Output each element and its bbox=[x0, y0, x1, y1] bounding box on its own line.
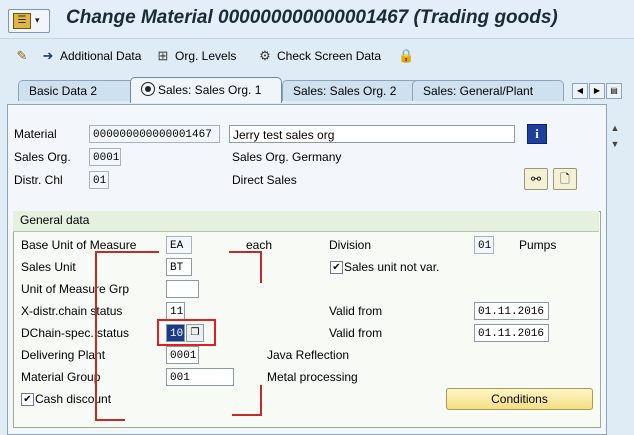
group-title: General data bbox=[20, 213, 90, 227]
tab-sales-org-1[interactable]: Sales: Sales Org. 1 bbox=[130, 77, 282, 103]
valid-from-label-1: Valid from bbox=[329, 304, 383, 318]
sales-unit-label: Sales Unit bbox=[21, 260, 76, 274]
scroll-down-icon[interactable]: ▼ bbox=[608, 138, 622, 150]
distr-chl-field: 01 bbox=[89, 171, 109, 189]
additional-data-button[interactable]: ➜ Additional Data bbox=[40, 47, 142, 65]
lock-icon: 🔒 bbox=[398, 48, 415, 63]
menu-icon: ☰ bbox=[13, 13, 31, 29]
annotation-line bbox=[260, 251, 262, 283]
tab-left-icon[interactable]: ◀ bbox=[572, 83, 588, 99]
uom-grp-label: Unit of Measure Grp bbox=[21, 282, 130, 296]
distr-chl-description: Direct Sales bbox=[232, 173, 297, 187]
additional-data-label: Additional Data bbox=[60, 49, 142, 63]
delivering-plant-field[interactable]: 0001 bbox=[166, 346, 199, 364]
division-field: 01 bbox=[474, 236, 494, 254]
active-tab-icon bbox=[141, 82, 155, 96]
check-screen-data-button[interactable]: ⚙ Check Screen Data bbox=[257, 47, 381, 65]
tab-label: Sales: General/Plant bbox=[423, 84, 534, 98]
org-levels-icon: ⊞ bbox=[157, 48, 169, 63]
division-description: Pumps bbox=[519, 238, 557, 252]
group-title-bar bbox=[13, 211, 599, 232]
arrow-right-icon: ➜ bbox=[42, 48, 54, 63]
dchain-label: DChain-spec. status bbox=[21, 326, 130, 340]
tab-label: Basic Data 2 bbox=[29, 84, 98, 98]
system-menu-button[interactable]: ☰ ▾ bbox=[8, 9, 50, 33]
material-group-field[interactable]: 001 bbox=[166, 368, 234, 386]
tab-list-icon[interactable]: ▤ bbox=[606, 83, 622, 99]
tab-basic-data-2[interactable]: Basic Data 2 bbox=[18, 80, 142, 101]
tab-sales-general-plant[interactable]: Sales: General/Plant bbox=[412, 80, 564, 101]
cash-discount-checkbox[interactable]: ✔ bbox=[21, 393, 34, 406]
sales-unit-field[interactable]: BT bbox=[166, 258, 192, 276]
lock-button[interactable]: 🔒 bbox=[398, 47, 418, 65]
sales-unit-not-var-checkbox[interactable]: ✔ bbox=[330, 261, 343, 274]
sales-org-field: 0001 bbox=[89, 148, 121, 166]
distr-chl-label: Distr. Chl bbox=[14, 173, 63, 187]
cash-discount-label: Cash discount bbox=[35, 392, 112, 406]
tab-strip: Basic Data 2 Sales: Sales Org. 1 Sales: … bbox=[0, 74, 634, 104]
material-description-field[interactable]: Jerry test sales org bbox=[229, 125, 515, 143]
application-toolbar: ✎ ➜ Additional Data ⊞ Org. Levels ⚙ Chec… bbox=[0, 39, 634, 71]
uom-grp-field[interactable] bbox=[166, 280, 199, 298]
annotation-line bbox=[260, 385, 262, 416]
sales-unit-not-var-label: Sales unit not var. bbox=[344, 260, 440, 274]
title-bar: ☰ ▾ Change Material 000000000000001467 (… bbox=[0, 0, 634, 39]
tab-sales-org-2[interactable]: Sales: Sales Org. 2 bbox=[282, 80, 424, 101]
sales-org-description: Sales Org. Germany bbox=[232, 150, 342, 164]
valid-from-field-2[interactable]: 01.11.2016 bbox=[474, 324, 549, 342]
check-screen-data-label: Check Screen Data bbox=[277, 49, 382, 63]
xdistr-label: X-distr.chain status bbox=[21, 304, 123, 318]
scroll-up-icon[interactable]: ▲ bbox=[608, 122, 622, 134]
xdistr-field[interactable]: 11 bbox=[166, 302, 185, 320]
annotation-line bbox=[95, 419, 125, 421]
check-screen-icon: ⚙ bbox=[259, 48, 271, 63]
glasses-icon[interactable]: ⚯ bbox=[524, 168, 548, 190]
annotation-line bbox=[229, 251, 262, 253]
material-label: Material bbox=[14, 127, 57, 141]
valid-from-label-2: Valid from bbox=[329, 326, 383, 340]
tab-label: Sales: Sales Org. 2 bbox=[293, 84, 397, 98]
display-change-icon: ✎ bbox=[16, 48, 28, 63]
delivering-plant-label: Delivering Plant bbox=[21, 348, 106, 362]
annotation-line bbox=[95, 251, 97, 421]
conditions-button[interactable]: Conditions bbox=[446, 388, 593, 410]
material-group-label: Material Group bbox=[21, 370, 101, 384]
org-levels-label: Org. Levels bbox=[175, 49, 237, 63]
material-number-field: 000000000000001467 bbox=[89, 125, 220, 143]
org-levels-button[interactable]: ⊞ Org. Levels bbox=[155, 47, 237, 65]
tab-right-icon[interactable]: ▶ bbox=[589, 83, 605, 99]
valid-from-field-1[interactable]: 01.11.2016 bbox=[474, 302, 549, 320]
sales-org-label: Sales Org. bbox=[14, 150, 71, 164]
info-icon[interactable]: i bbox=[527, 124, 547, 144]
base-uom-field: EA bbox=[166, 236, 192, 254]
chevron-down-icon: ▾ bbox=[35, 15, 40, 25]
highlight-box bbox=[157, 319, 216, 346]
division-label: Division bbox=[329, 238, 372, 252]
tab-label: Sales: Sales Org. 1 bbox=[158, 83, 262, 97]
annotation-line bbox=[95, 251, 159, 253]
display-change-button[interactable]: ✎ bbox=[14, 47, 34, 65]
annotation-line bbox=[232, 414, 262, 416]
document-icon[interactable]: 🗋 bbox=[553, 168, 577, 190]
delivering-plant-description: Java Reflection bbox=[267, 348, 350, 362]
material-group-description: Metal processing bbox=[267, 370, 358, 384]
page-title: Change Material 000000000000001467 (Trad… bbox=[66, 7, 558, 28]
